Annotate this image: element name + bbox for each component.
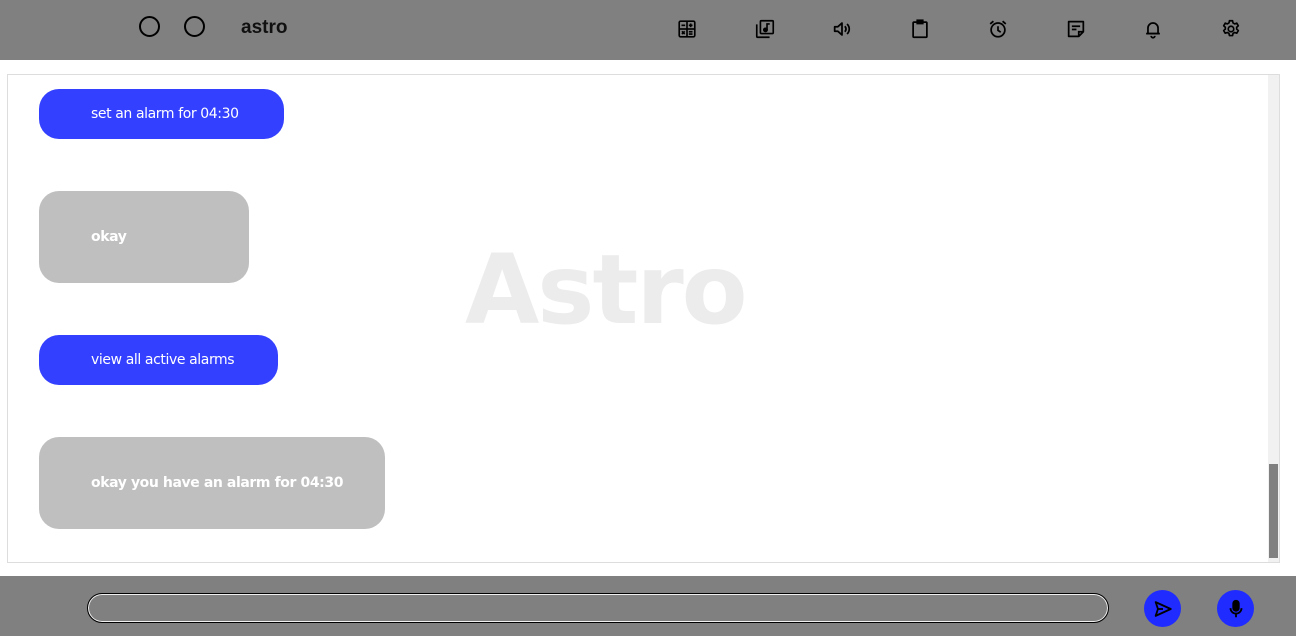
message-input[interactable] (87, 593, 1109, 623)
settings-icon[interactable] (1219, 17, 1243, 41)
window-control-circle-2[interactable] (184, 16, 205, 37)
send-button[interactable] (1144, 590, 1181, 627)
microphone-button[interactable] (1217, 590, 1254, 627)
calculator-icon[interactable] (675, 17, 699, 41)
clipboard-icon[interactable] (908, 17, 932, 41)
alarm-icon[interactable] (986, 17, 1010, 41)
volume-icon[interactable] (830, 17, 854, 41)
bottom-bar (0, 576, 1296, 636)
bell-icon[interactable] (1141, 17, 1165, 41)
send-icon (1154, 600, 1172, 617)
music-library-icon[interactable] (753, 17, 777, 41)
bot-message-bubble: okay (39, 191, 249, 283)
bot-message-bubble: okay you have an alarm for 04:30 (39, 437, 385, 529)
chat-panel[interactable]: Astro set an alarm for 04:30 okay view a… (7, 74, 1280, 563)
app-title: astro (241, 17, 288, 38)
top-bar: astro (0, 0, 1296, 60)
scrollbar-thumb[interactable] (1269, 464, 1278, 558)
user-message-bubble: view all active alarms (39, 335, 278, 385)
scrollbar-track[interactable] (1268, 75, 1279, 562)
window-control-circle-1[interactable] (139, 16, 160, 37)
watermark-text: Astro (465, 234, 748, 346)
notes-icon[interactable] (1064, 17, 1088, 41)
user-message-bubble: set an alarm for 04:30 (39, 89, 284, 139)
microphone-icon (1229, 599, 1242, 617)
